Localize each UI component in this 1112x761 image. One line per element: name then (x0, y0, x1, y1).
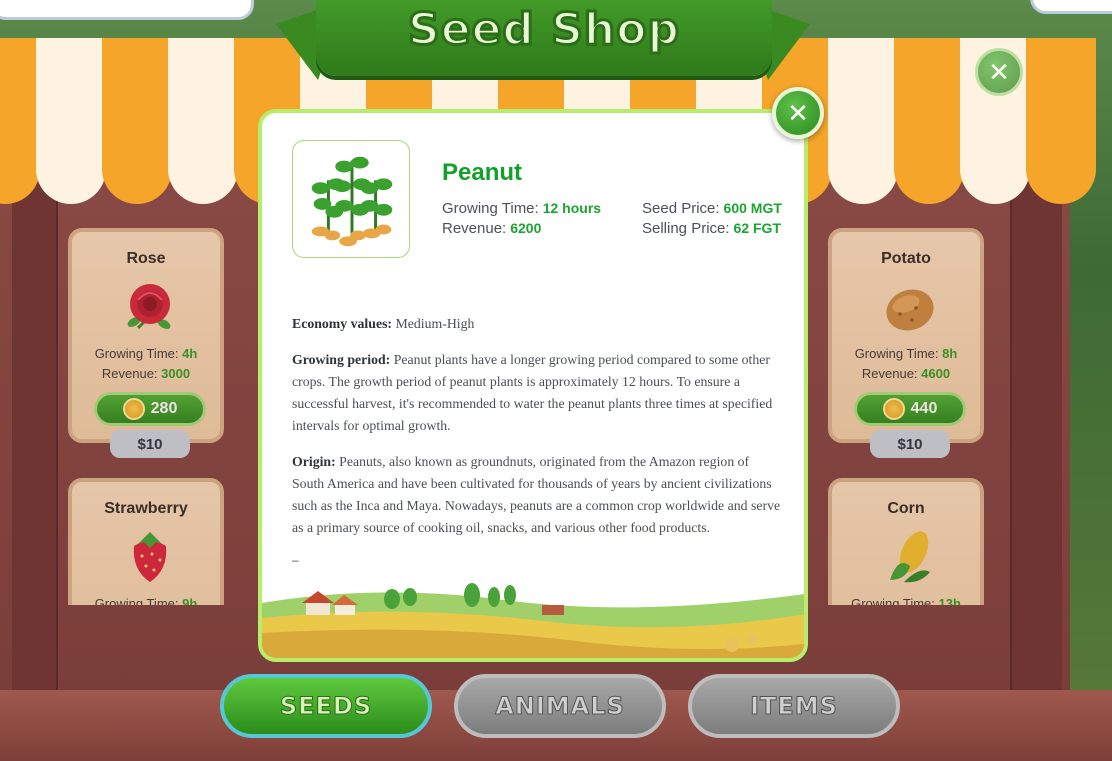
economy-paragraph: Economy values: Medium-High (292, 313, 784, 335)
card-name: Strawberry (104, 500, 188, 517)
revenue-label: Revenue: (442, 220, 507, 237)
price-value: 440 (910, 400, 938, 417)
strawberry-icon (133, 532, 167, 582)
selling-price-value: 62 FGT (733, 220, 782, 236)
top-left-panel (0, 0, 254, 20)
buy-button[interactable]: 280 (94, 392, 206, 426)
seed-card-strawberry[interactable]: Strawberry Growing Time: 9h (68, 478, 224, 605)
awning-scallop (1026, 134, 1096, 204)
seed-detail-modal: Peanut Growing Time: 12 hours Revenue: 620… (258, 109, 808, 662)
card-revenue: Revenue: 4600 (832, 366, 980, 381)
seed-card-potato[interactable]: Potato Growing Time: 8h Revenue: 4600 44… (828, 228, 984, 458)
tab-label: ITEMS (750, 692, 838, 721)
usd-price: $10 (110, 430, 190, 458)
awning-scallop (960, 134, 1030, 204)
growing-time-value: 12 hours (542, 200, 602, 216)
coin-icon (122, 398, 145, 420)
item-description: Economy values: Medium-High Growing peri… (292, 313, 784, 553)
card-growing-time: Growing Time: 9h (72, 596, 220, 605)
selling-price-label: Selling Price: (642, 220, 730, 237)
revenue-value: 4600 (921, 366, 951, 381)
growing-time-label: Growing Time: (851, 596, 935, 605)
growing-time-label: Growing Time: (854, 346, 939, 361)
growing-period-paragraph: Growing period: Peanut plants have a lon… (292, 349, 784, 437)
seed-price-label: Seed Price: (642, 200, 720, 217)
growing-time-label: Growing Time: (94, 596, 179, 605)
seed-card-corn[interactable]: Corn Growing Time: 13h (828, 478, 984, 605)
buy-button[interactable]: 440 (854, 392, 966, 426)
card-name: Corn (887, 500, 925, 517)
card-growing-time: Growing Time: 8h (832, 346, 980, 361)
economy-label: Economy values: (292, 316, 393, 331)
seed-card-strawberry-clip: Strawberry Growing Time: 9h (68, 478, 224, 605)
awning-scallop (168, 134, 238, 204)
close-icon: ✕ (988, 56, 1010, 87)
origin-paragraph: Origin: Peanuts, also known as groundnut… (292, 451, 784, 539)
awning-scallop (894, 134, 964, 204)
card-name: Rose (126, 250, 166, 267)
card-revenue: Revenue: 3000 (72, 366, 220, 381)
trailing-dash: – (292, 553, 299, 567)
seed-card-rose[interactable]: Rose Growing Time: 4h Revenue: 3000 280 … (68, 228, 224, 458)
shop-post-right (1010, 150, 1062, 710)
growing-time-value: 8h (942, 346, 958, 361)
revenue-label: Revenue: (101, 366, 158, 381)
shop-post-left (12, 150, 58, 710)
tab-label: ANIMALS (495, 692, 625, 721)
growing-period-label: Growing period: (292, 352, 391, 367)
shop-close-button[interactable]: ✕ (975, 48, 1023, 96)
usd-price: $10 (870, 430, 950, 458)
origin-text: Peanuts, also known as groundnuts, origi… (292, 454, 781, 535)
awning-scallop (36, 134, 106, 204)
farm-landscape-illustration (262, 583, 804, 658)
growing-time-stat: Growing Time: 12 hours (442, 200, 601, 217)
item-title: Peanut (442, 159, 523, 186)
modal-close-button[interactable]: ✕ (772, 87, 824, 139)
tab-items[interactable]: ITEMS (688, 674, 900, 738)
origin-label: Origin: (292, 454, 336, 469)
potato-icon (886, 289, 934, 331)
rose-icon (127, 284, 171, 330)
top-right-panel (1030, 0, 1112, 14)
shop-title: Seed Shop (407, 3, 681, 57)
revenue-stat: Revenue: 6200 (442, 220, 541, 237)
economy-value: Medium-High (395, 316, 475, 331)
seed-price-value: 600 MGT (723, 200, 782, 216)
corn-icon (890, 531, 930, 583)
price-value: 280 (150, 400, 178, 417)
seed-price-stat: Seed Price: 600 MGT (642, 200, 782, 217)
coin-icon (882, 398, 905, 420)
card-growing-time: Growing Time: 13h (832, 596, 980, 605)
card-growing-time: Growing Time: 4h (72, 346, 220, 361)
growing-time-value: 4h (182, 346, 198, 361)
seed-card-corn-clip: Corn Growing Time: 13h (828, 478, 988, 605)
growing-time-value: 9h (182, 596, 198, 605)
revenue-value: 6200 (510, 220, 542, 236)
revenue-label: Revenue: (861, 366, 918, 381)
peanut-plant-icon (311, 156, 393, 247)
awning-scallop (102, 134, 172, 204)
selling-price-stat: Selling Price: 62 FGT (642, 220, 781, 237)
close-icon: ✕ (787, 97, 809, 128)
growing-time-label: Growing Time: (442, 200, 539, 217)
revenue-value: 3000 (161, 366, 191, 381)
card-name: Potato (881, 250, 931, 267)
tab-label: SEEDS (279, 692, 373, 721)
growing-time-label: Growing Time: (94, 346, 179, 361)
awning-scallop (0, 134, 40, 204)
item-thumbnail (292, 140, 410, 258)
growing-time-value: 13h (938, 596, 961, 605)
tab-animals[interactable]: ANIMALS (454, 674, 666, 738)
tab-seeds[interactable]: SEEDS (220, 674, 432, 738)
awning-scallop (828, 134, 898, 204)
